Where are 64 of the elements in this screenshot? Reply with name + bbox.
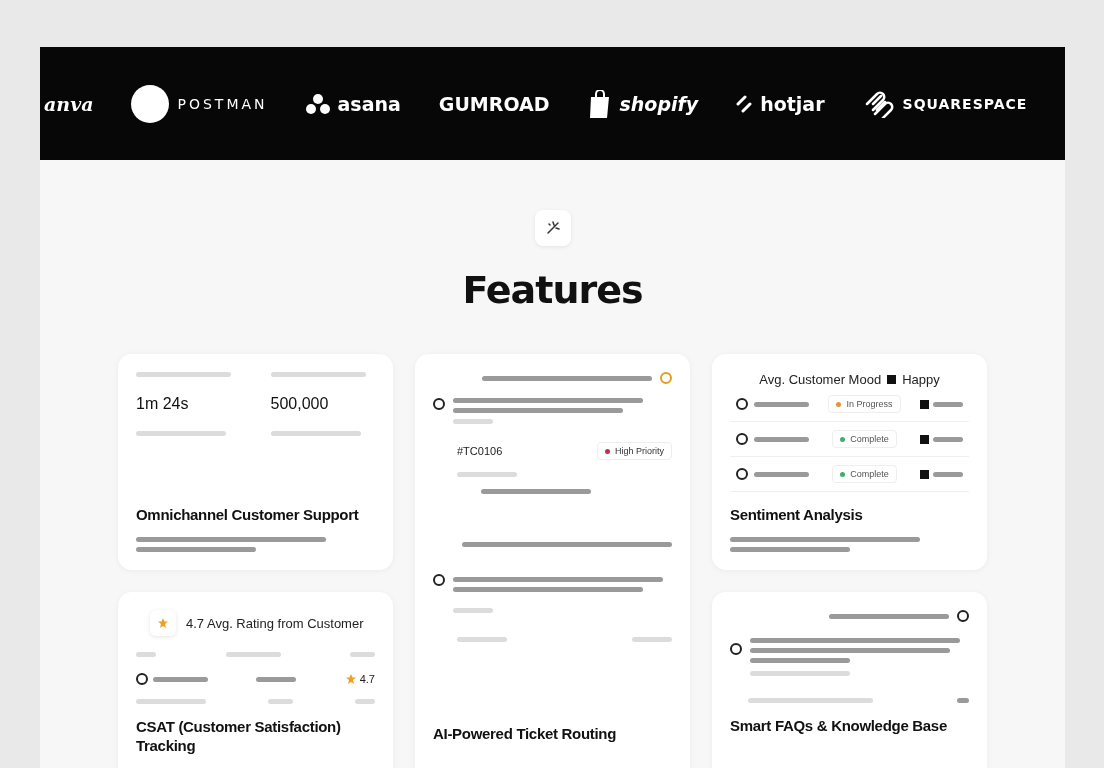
bag-logo-icon [587,89,612,118]
ticket-id: #TC0106 [457,445,503,457]
avatar-icon [736,433,748,445]
avatar-icon [433,574,445,586]
blurred-text [225,652,281,657]
avatar-icon [736,398,748,410]
brand-logo: GUMROAD [438,92,550,115]
square-icon [920,434,929,444]
blurred-text [754,401,809,407]
blurred-text [457,472,517,477]
blurred-text [957,698,969,703]
star-icon [344,673,357,685]
blurred-text [933,436,963,442]
star-icon [157,617,169,629]
card-title: AI-Powered Ticket Routing [433,725,618,744]
blurred-text [136,652,156,657]
blurred-text [453,419,493,424]
mood-label: Avg. Customer Mood [759,372,882,387]
stat-value: 1m 24s [136,395,190,413]
blurred-text [350,652,375,657]
blurred-text [754,471,809,477]
square-icon [887,375,897,384]
sparkle-icon [534,210,571,246]
status-tag: Complete [832,465,897,483]
brand-logo: SQUARESPACE [902,95,1028,112]
blurred-text [136,699,206,704]
slash-logo-icon [736,94,753,113]
blurred-text [355,699,375,704]
square-icon [920,469,929,479]
brand-logo: shopify [619,92,699,115]
blurred-text [933,401,963,407]
brand-logo: POSTMAN [177,95,268,112]
card-title: Omnichannel Customer Support [136,506,360,525]
brand-logo: asana [337,92,401,115]
brand-logo: anva [44,92,94,115]
card-title: Smart FAQs & Knowledge Base [730,717,948,736]
rating-summary: 4.7 Avg. Rating from Customer [186,615,364,631]
blurred-text [256,676,297,682]
blurred-text [268,699,293,704]
avatar-icon [433,398,445,410]
section-title: Features [462,268,643,312]
blurred-text [453,608,493,613]
status-tag: In Progress [828,395,901,413]
blurred-text [754,436,809,442]
blurred-text [153,676,208,682]
priority-tag: High Priority [597,442,672,460]
brand-logo: hotjar [760,92,825,115]
dots-logo-icon [305,93,330,114]
rating-value: 4.7 [359,673,375,685]
card-title: Sentiment Analysis [730,506,864,525]
card-title: CSAT (Customer Satisfaction) Tracking [136,718,342,756]
blurred-text [632,637,672,642]
status-tag: Complete [832,430,897,448]
square-icon [920,399,929,409]
avatar-icon [660,372,672,384]
blurred-text [933,471,963,477]
blurred-text [457,637,507,642]
circle-logo-icon [131,84,170,123]
avatar-icon [736,468,748,480]
avatar-icon [136,673,148,685]
avatar-icon [957,610,969,622]
stat-value: 500,000 [270,395,330,413]
avatar-icon [730,643,742,655]
mood-value: Happy [902,372,940,387]
